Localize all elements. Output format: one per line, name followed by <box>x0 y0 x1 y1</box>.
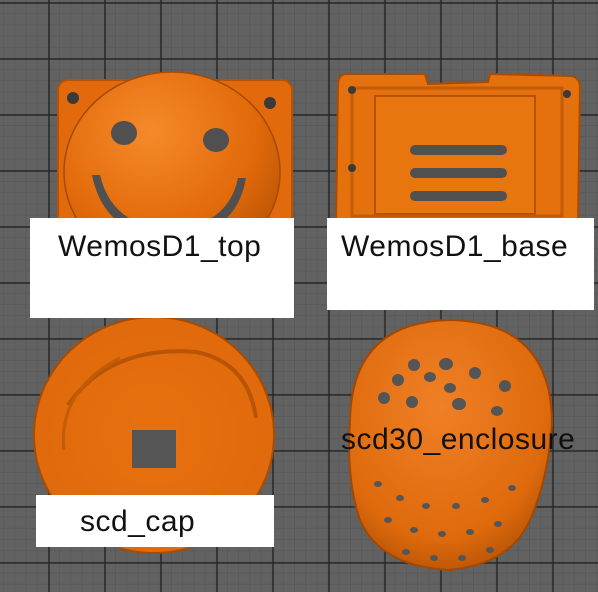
square-hole <box>132 430 176 468</box>
wemos-base-part <box>334 72 582 224</box>
label-scd30-enclosure-text: scd30_enclosure <box>341 423 576 456</box>
label-wemos-top: WemosD1_top <box>30 218 294 318</box>
vent-slot <box>410 191 507 201</box>
vent-slot <box>410 145 507 155</box>
label-wemos-base-text: WemosD1_base <box>341 230 569 263</box>
label-scd-cap: scd_cap <box>36 495 274 547</box>
smiley-eye-left <box>111 121 137 145</box>
label-scd-cap-text: scd_cap <box>80 505 196 538</box>
smiley-eye-right <box>203 128 229 152</box>
label-scd30-enclosure: scd30_enclosure <box>339 421 591 467</box>
label-wemos-base: WemosD1_base <box>327 218 594 310</box>
label-wemos-top-text: WemosD1_top <box>58 230 262 263</box>
vent-slot <box>410 168 507 178</box>
